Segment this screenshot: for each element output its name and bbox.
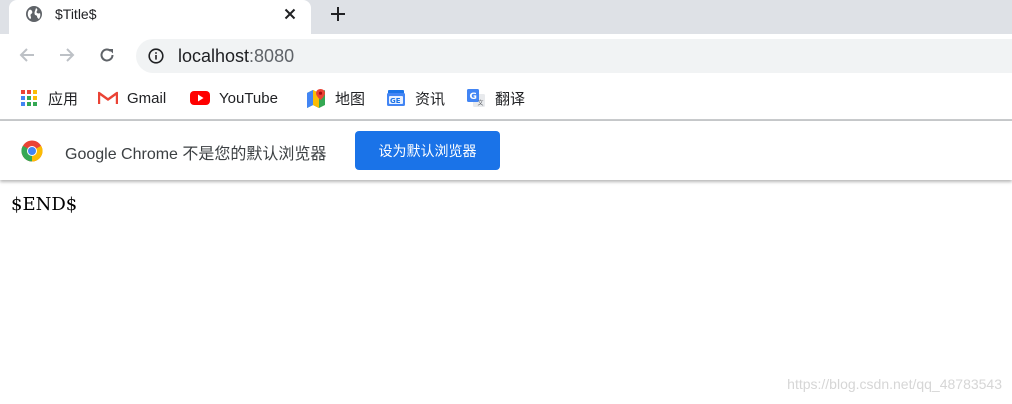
svg-text:G: G [470,92,477,102]
bookmarks-bar: 应用 Gmail YouTube 地图 GE 资讯 G 文 翻译 [0,78,1012,118]
bookmark-label: 资讯 [415,90,446,108]
news-icon: GE [386,88,406,108]
svg-text:GE: GE [390,97,401,105]
url-port: :8080 [249,46,295,66]
arrow-left-icon[interactable] [16,44,38,66]
default-browser-infobar: Google Chrome 不是您的默认浏览器 设为默认浏览器 [0,121,1012,180]
bookmark-news[interactable]: GE 资讯 [386,88,445,108]
arrow-right-icon[interactable] [56,44,78,66]
translate-icon: G 文 [466,88,486,108]
youtube-icon [190,88,210,108]
bookmark-label: 应用 [48,90,79,108]
bookmark-youtube[interactable]: YouTube [190,88,278,108]
bookmark-label: Gmail [127,89,167,107]
bookmark-label: YouTube [219,89,278,107]
gmail-icon [98,88,118,108]
bookmark-label: 地图 [335,90,366,108]
svg-text:文: 文 [478,99,484,107]
bookmark-label: 翻译 [495,90,526,108]
bookmark-maps[interactable]: 地图 [306,88,365,108]
watermark: https://blog.csdn.net/qq_48783543 [787,376,1002,392]
chrome-logo-icon [21,140,43,162]
url-host: localhost [178,46,250,66]
bookmark-translate[interactable]: G 文 翻译 [466,88,525,108]
page-content-text: $END$ [11,194,78,215]
info-icon[interactable] [148,48,164,64]
url-text: localhost:8080 [178,46,294,67]
set-default-browser-button[interactable]: 设为默认浏览器 [355,131,500,170]
bookmark-apps[interactable]: 应用 [19,88,78,108]
close-icon[interactable] [280,4,300,24]
globe-icon [25,5,43,23]
tab-title: $Title$ [55,6,97,22]
tab-active[interactable]: $Title$ [9,0,311,34]
infobar-message: Google Chrome 不是您的默认浏览器 [65,146,327,163]
tab-strip: $Title$ [0,0,1012,34]
toolbar: localhost:8080 [0,34,1012,78]
plus-icon[interactable] [328,4,348,24]
maps-icon [306,88,326,108]
reload-icon[interactable] [96,44,118,66]
address-bar[interactable]: localhost:8080 [136,39,1012,73]
bookmark-gmail[interactable]: Gmail [98,88,166,108]
apps-grid-icon [19,88,39,108]
